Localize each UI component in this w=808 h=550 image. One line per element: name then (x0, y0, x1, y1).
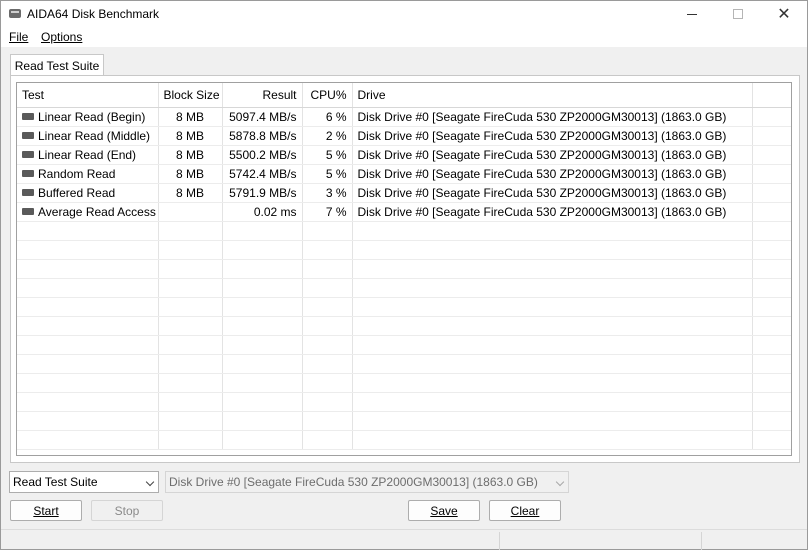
chevron-down-icon (555, 477, 565, 487)
test-suite-select-value: Read Test Suite (13, 475, 98, 489)
start-button[interactable]: Start (10, 500, 82, 521)
test-suite-select[interactable]: Read Test Suite (9, 471, 159, 493)
table-row[interactable]: Random Read 8 MB 5742.4 MB/s 5 % Disk Dr… (17, 164, 791, 184)
cell-filler (752, 145, 791, 165)
cell-test: Random Read (17, 164, 159, 184)
cell-drive: Disk Drive #0 [Seagate FireCuda 530 ZP20… (352, 107, 753, 127)
cell-filler (752, 183, 791, 203)
cell-result: 5878.8 MB/s (222, 126, 303, 146)
cell-drive: Disk Drive #0 [Seagate FireCuda 530 ZP20… (352, 183, 753, 203)
table-header-row: Test Block Size Result CPU% Drive (17, 83, 791, 108)
menu-options[interactable]: Options (41, 30, 82, 44)
stop-button: Stop (91, 500, 163, 521)
maximize-button (715, 1, 761, 27)
cell-test: Buffered Read (17, 183, 159, 203)
disk-drive-icon (22, 207, 34, 215)
empty-row (17, 297, 791, 317)
column-header-block-size[interactable]: Block Size (158, 83, 223, 108)
drive-select: Disk Drive #0 [Seagate FireCuda 530 ZP20… (165, 471, 569, 493)
title-bar[interactable]: AIDA64 Disk Benchmark ✕ (1, 1, 807, 27)
column-header-test[interactable]: Test (17, 83, 159, 108)
disk-drive-icon (22, 131, 34, 139)
empty-row (17, 392, 791, 412)
menu-bar: File Options (1, 27, 807, 47)
clear-button[interactable]: Clear (489, 500, 561, 521)
cell-result: 0.02 ms (222, 202, 303, 222)
column-header-result[interactable]: Result (222, 83, 303, 108)
tab-read-test-suite[interactable]: Read Test Suite (10, 54, 104, 76)
minimize-button[interactable] (669, 1, 715, 27)
cell-cpu: 5 % (302, 145, 353, 165)
cell-drive: Disk Drive #0 [Seagate FireCuda 530 ZP20… (352, 202, 753, 222)
results-table: Test Block Size Result CPU% Drive Linear… (17, 83, 791, 450)
empty-row (17, 430, 791, 450)
empty-row (17, 354, 791, 374)
cell-filler (752, 164, 791, 184)
disk-drive-icon (22, 112, 34, 120)
status-separator (499, 532, 500, 550)
cell-block-size: 8 MB (158, 164, 223, 184)
drive-select-value: Disk Drive #0 [Seagate FireCuda 530 ZP20… (169, 475, 538, 489)
cell-result: 5500.2 MB/s (222, 145, 303, 165)
column-header-filler (752, 83, 791, 108)
table-row[interactable]: Linear Read (Middle) 8 MB 5878.8 MB/s 2 … (17, 126, 791, 146)
cell-test: Linear Read (End) (17, 145, 159, 165)
empty-row (17, 316, 791, 336)
empty-row (17, 240, 791, 260)
cell-drive: Disk Drive #0 [Seagate FireCuda 530 ZP20… (352, 164, 753, 184)
cell-cpu: 3 % (302, 183, 353, 203)
cell-block-size: 8 MB (158, 107, 223, 127)
status-separator (701, 532, 702, 550)
disk-drive-icon (9, 9, 21, 18)
cell-cpu: 2 % (302, 126, 353, 146)
cell-filler (752, 107, 791, 127)
empty-row (17, 373, 791, 393)
cell-cpu: 5 % (302, 164, 353, 184)
cell-block-size (158, 202, 223, 222)
empty-row (17, 278, 791, 298)
chevron-down-icon (145, 477, 155, 487)
save-button[interactable]: Save (408, 500, 480, 521)
cell-test: Linear Read (Middle) (17, 126, 159, 146)
cell-block-size: 8 MB (158, 145, 223, 165)
cell-drive: Disk Drive #0 [Seagate FireCuda 530 ZP20… (352, 126, 753, 146)
empty-row (17, 335, 791, 355)
cell-drive: Disk Drive #0 [Seagate FireCuda 530 ZP20… (352, 145, 753, 165)
table-body: Linear Read (Begin) 8 MB 5097.4 MB/s 6 %… (17, 107, 791, 450)
column-header-cpu[interactable]: CPU% (302, 83, 353, 108)
menu-file[interactable]: File (9, 30, 28, 44)
cell-block-size: 8 MB (158, 126, 223, 146)
close-button[interactable]: ✕ (761, 1, 807, 27)
cell-result: 5742.4 MB/s (222, 164, 303, 184)
cell-filler (752, 202, 791, 222)
cell-filler (752, 126, 791, 146)
minimize-icon (687, 13, 697, 15)
disk-drive-icon (22, 188, 34, 196)
disk-drive-icon (22, 169, 34, 177)
results-grid[interactable]: Test Block Size Result CPU% Drive Linear… (16, 82, 792, 456)
window-title: AIDA64 Disk Benchmark (27, 7, 160, 21)
cell-test: Linear Read (Begin) (17, 107, 159, 127)
cell-cpu: 6 % (302, 107, 353, 127)
table-row[interactable]: Linear Read (End) 8 MB 5500.2 MB/s 5 % D… (17, 145, 791, 165)
maximize-icon (733, 9, 743, 19)
empty-row (17, 411, 791, 431)
cell-result: 5097.4 MB/s (222, 107, 303, 127)
status-bar (1, 529, 807, 550)
empty-row (17, 259, 791, 279)
table-row[interactable]: Average Read Access 0.02 ms 7 % Disk Dri… (17, 202, 791, 222)
empty-row (17, 221, 791, 241)
disk-drive-icon (22, 150, 34, 158)
close-icon: ✕ (777, 6, 791, 23)
column-header-drive[interactable]: Drive (352, 83, 753, 108)
cell-cpu: 7 % (302, 202, 353, 222)
cell-block-size: 8 MB (158, 183, 223, 203)
table-row[interactable]: Buffered Read 8 MB 5791.9 MB/s 3 % Disk … (17, 183, 791, 203)
cell-test: Average Read Access (17, 202, 159, 222)
cell-result: 5791.9 MB/s (222, 183, 303, 203)
benchmark-window: AIDA64 Disk Benchmark ✕ File Options Rea… (0, 0, 808, 550)
table-row[interactable]: Linear Read (Begin) 8 MB 5097.4 MB/s 6 %… (17, 107, 791, 127)
